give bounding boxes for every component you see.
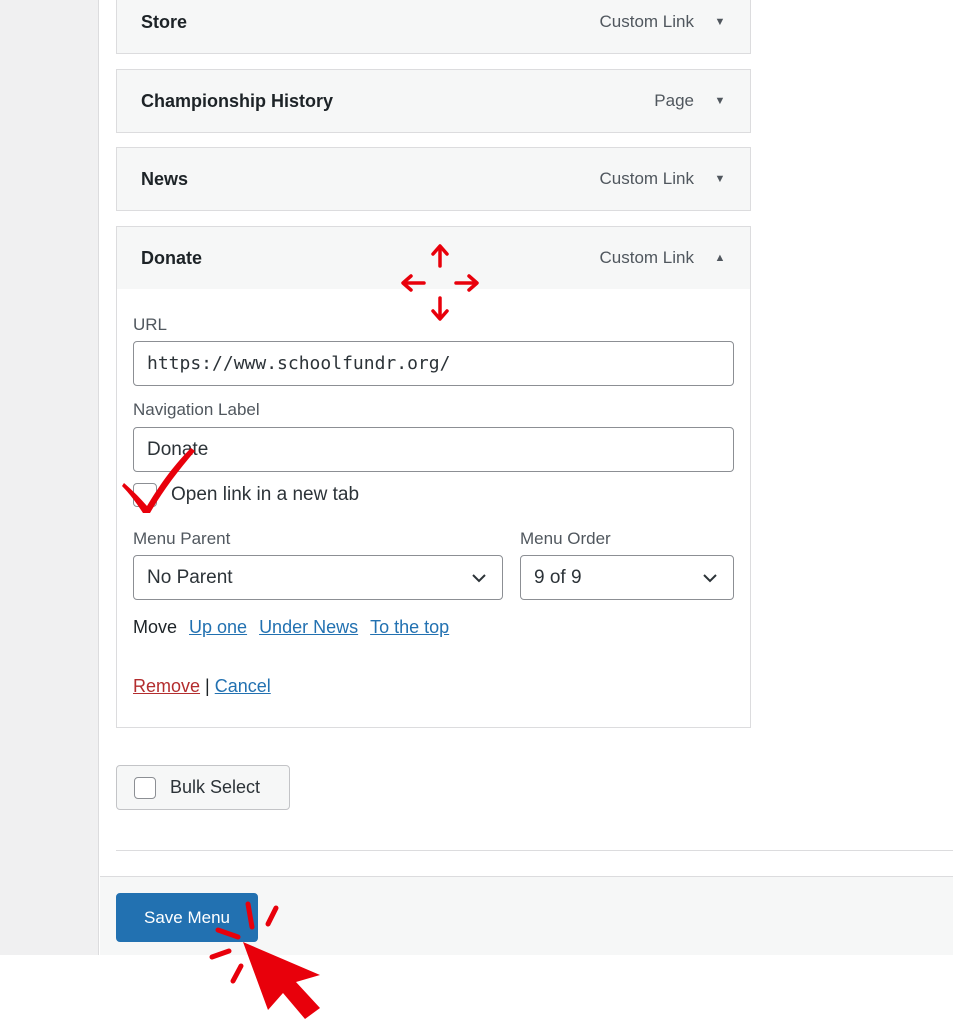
- remove-link[interactable]: Remove: [133, 676, 200, 697]
- item-actions: Remove | Cancel: [133, 676, 271, 697]
- bulk-select-button[interactable]: Bulk Select: [116, 765, 290, 810]
- actions-separator: |: [205, 676, 210, 696]
- menu-item-type: Page: [654, 91, 694, 110]
- menu-item-championship-history[interactable]: Championship History Page ▼: [116, 69, 751, 133]
- menu-order-value: 9 of 9: [534, 566, 582, 588]
- save-menu-button[interactable]: Save Menu: [116, 893, 258, 942]
- url-field[interactable]: https://www.schoolfundr.org/: [133, 341, 734, 386]
- menu-item-type: Custom Link: [599, 12, 694, 31]
- navigation-label-field[interactable]: Donate: [133, 427, 734, 472]
- expand-arrow-icon[interactable]: ▼: [714, 173, 726, 185]
- menu-item-type: Custom Link: [599, 248, 694, 267]
- url-label: URL: [133, 315, 168, 334]
- menu-item-title: Store: [141, 11, 188, 32]
- menu-order-label: Menu Order: [520, 529, 611, 548]
- admin-sidebar-gutter: [0, 0, 99, 955]
- menu-item-type: Custom Link: [599, 169, 694, 188]
- bulk-select-label: Bulk Select: [170, 777, 261, 797]
- open-new-tab-checkbox[interactable]: [133, 483, 157, 507]
- move-under-news-link[interactable]: Under News: [259, 617, 358, 638]
- menu-item-news[interactable]: News Custom Link ▼: [116, 147, 751, 211]
- navigation-label-label: Navigation Label: [133, 400, 260, 419]
- section-divider: [116, 850, 953, 851]
- move-controls: Move Up one Under News To the top: [133, 617, 449, 638]
- menu-item-store[interactable]: Store Custom Link ▼: [116, 0, 751, 54]
- menu-parent-value: No Parent: [147, 566, 233, 588]
- menu-item-title: Donate: [141, 247, 203, 268]
- open-new-tab-label[interactable]: Open link in a new tab: [171, 484, 359, 506]
- move-label: Move: [133, 617, 178, 637]
- chevron-down-icon: [472, 573, 486, 582]
- menu-parent-select[interactable]: No Parent: [133, 555, 503, 600]
- open-new-tab-row: Open link in a new tab: [133, 483, 359, 507]
- collapse-arrow-icon[interactable]: ▲: [714, 252, 726, 264]
- menu-item-title: News: [141, 168, 189, 189]
- move-up-one-link[interactable]: Up one: [189, 617, 247, 638]
- menu-item-title: Championship History: [141, 90, 334, 111]
- menu-order-select[interactable]: 9 of 9: [520, 555, 734, 600]
- cancel-link[interactable]: Cancel: [215, 676, 271, 697]
- expand-arrow-icon[interactable]: ▼: [714, 95, 726, 107]
- menu-item-donate[interactable]: Donate Custom Link ▲: [116, 226, 751, 290]
- chevron-down-icon: [703, 573, 717, 582]
- bulk-select-checkbox[interactable]: [134, 776, 156, 799]
- move-to-top-link[interactable]: To the top: [370, 617, 449, 638]
- menu-parent-label: Menu Parent: [133, 529, 231, 548]
- expand-arrow-icon[interactable]: ▼: [714, 16, 726, 28]
